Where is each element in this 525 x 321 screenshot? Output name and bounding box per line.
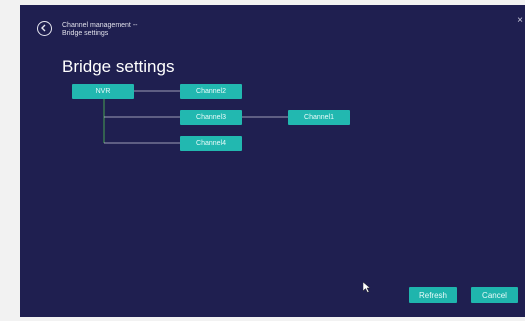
node-channel1[interactable]: Channel1 (288, 110, 350, 125)
node-channel2[interactable]: Channel2 (180, 84, 242, 99)
bridge-settings-dialog: Channel management -- Bridge settings × … (20, 5, 525, 317)
mouse-cursor-icon (363, 282, 371, 293)
refresh-button[interactable]: Refresh (409, 287, 457, 303)
cancel-button[interactable]: Cancel (471, 287, 518, 303)
topology-links (103, 90, 288, 144)
node-nvr[interactable]: NVR (72, 84, 134, 99)
node-channel4[interactable]: Channel4 (180, 136, 242, 151)
node-channel3[interactable]: Channel3 (180, 110, 242, 125)
